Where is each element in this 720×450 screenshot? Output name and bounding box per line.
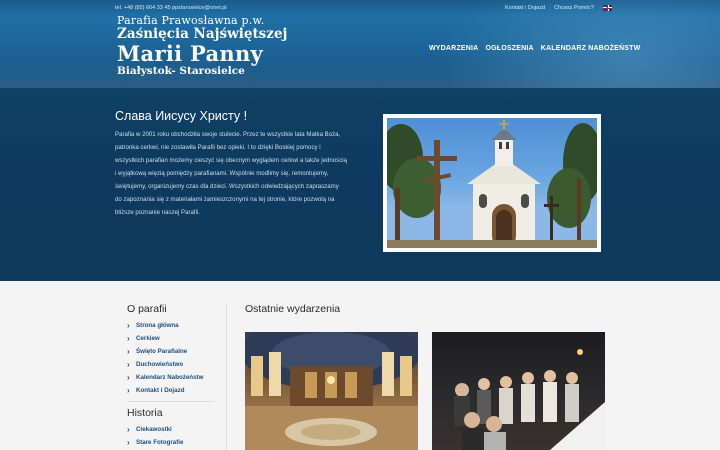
nav-item-kalendarz[interactable]: KALENDARZ NABOŻEŃSTW — [541, 45, 641, 52]
event-thumbnail-procession[interactable] — [432, 332, 605, 450]
event-thumbnail-interior[interactable] — [245, 332, 418, 450]
sidebar-item-ciekawostki[interactable]: › Ciekawostki — [127, 423, 217, 436]
hero-section — [0, 88, 720, 281]
main-nav: WYDARZENIA OGŁOSZENIA KALENDARZ NABOŻEŃS… — [429, 45, 640, 52]
sidebar-item-label: Stare Fotografie — [136, 439, 184, 446]
site-logo[interactable]: Parafia Prawosławna p.w. Zaśnięcia Najśw… — [117, 15, 288, 78]
church-photo-frame — [383, 114, 601, 252]
site-header — [0, 0, 720, 88]
sidebar-history: Historia › Ciekawostki › Stare Fotografie — [127, 407, 217, 449]
help-link[interactable]: Chcesz Pomóc? — [554, 5, 594, 11]
chevron-right-icon: › — [127, 347, 130, 356]
hero-body: Parafia w 2001 roku obchodziła swoje stu… — [115, 131, 347, 216]
uk-flag-icon[interactable] — [603, 5, 613, 11]
logo-line-3: Marii Panny — [117, 41, 264, 66]
chevron-right-icon: › — [127, 321, 130, 330]
sidebar-divider — [127, 401, 215, 402]
sidebar-item-stare-fotografie[interactable]: › Stare Fotografie — [127, 436, 217, 449]
sidebar-item-label: Kalendarz Nabożeństw — [136, 374, 204, 381]
sidebar-item-label: Święto Parafialne — [136, 348, 188, 355]
events-title: Ostatnie wydarzenia — [245, 303, 341, 315]
contact-link[interactable]: Kontakt i Dojazd — [505, 5, 545, 11]
contact-info: tel. +48 (85) 664 33 45 ppstarosielce@on… — [115, 5, 227, 11]
sidebar-item-duchowienstwo[interactable]: › Duchowieństwo — [127, 358, 217, 371]
chevron-right-icon: › — [127, 373, 130, 382]
logo-line-4: Białystok- Starosielce — [117, 65, 245, 77]
sidebar-item-kontakt[interactable]: › Kontakt i Dojazd — [127, 384, 217, 397]
column-divider — [226, 303, 227, 450]
chevron-right-icon: › — [127, 438, 130, 447]
chevron-right-icon: › — [127, 425, 130, 434]
sidebar-about-title: O parafii — [127, 303, 167, 315]
sidebar-item-strona-glowna[interactable]: › Strona główna — [127, 319, 217, 332]
nav-item-ogloszenia[interactable]: OGŁOSZENIA — [485, 45, 533, 52]
church-photo — [387, 118, 597, 248]
chevron-right-icon: › — [127, 334, 130, 343]
sidebar-item-swieto[interactable]: › Święto Parafialne — [127, 345, 217, 358]
chevron-right-icon: › — [127, 360, 130, 369]
sidebar-item-label: Kontakt i Dojazd — [136, 387, 185, 394]
sidebar-about: O parafii › Strona główna › Cerkiew › Święt… — [127, 303, 217, 397]
sidebar-item-label: Cerkiew — [136, 335, 160, 342]
utility-links: Kontakt i Dojazd Chcesz Pomóc? — [505, 5, 613, 11]
sidebar-item-label: Duchowieństwo — [136, 361, 184, 368]
sidebar-item-kalendarz[interactable]: › Kalendarz Nabożeństw — [127, 371, 217, 384]
chevron-right-icon: › — [127, 386, 130, 395]
header-shine — [0, 60, 720, 88]
sidebar-item-cerkiew[interactable]: › Cerkiew — [127, 332, 217, 345]
sidebar-item-label: Ciekawostki — [136, 426, 172, 433]
sidebar-item-label: Strona główna — [136, 322, 179, 329]
hero-title: Слава Иисусу Христу ! — [115, 109, 248, 123]
sidebar-history-title: Historia — [127, 407, 163, 419]
logo-line-2: Zaśnięcia Najświętszej — [117, 26, 288, 42]
nav-item-wydarzenia[interactable]: WYDARZENIA — [429, 45, 478, 52]
